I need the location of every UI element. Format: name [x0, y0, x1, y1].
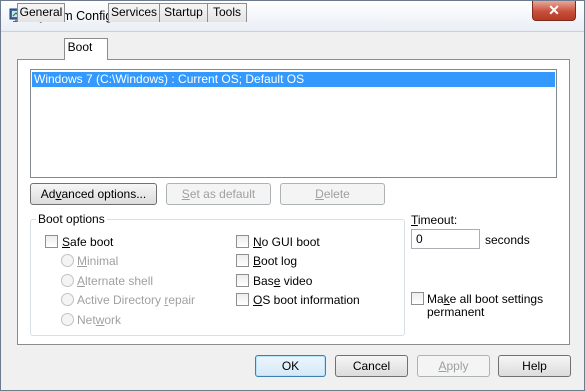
close-button[interactable]: ✕ — [532, 1, 576, 21]
safe-boot-checkbox[interactable] — [45, 235, 58, 248]
make-permanent-label-line1: Make all boot settings — [427, 292, 544, 306]
os-boot-information-label: OS boot information — [253, 293, 360, 307]
safe-boot-label: Safe boot — [62, 235, 114, 249]
active-directory-repair-label: Active Directory repair — [77, 293, 196, 307]
no-gui-boot-checkbox[interactable] — [236, 235, 249, 248]
os-boot-information-checkbox[interactable] — [236, 293, 249, 306]
network-label: Network — [77, 313, 122, 327]
boot-log-checkbox[interactable] — [236, 254, 249, 267]
apply-label: Apply — [438, 359, 469, 373]
boot-options-legend: Boot options — [36, 212, 107, 226]
base-video-checkbox[interactable] — [236, 274, 249, 287]
tab-startup[interactable]: Startup — [159, 3, 208, 22]
title-bar: System Configuration ✕ — [1, 1, 584, 32]
tab-boot-label: Boot — [67, 40, 93, 54]
network-radio[interactable] — [61, 313, 74, 326]
active-directory-repair-radio[interactable] — [61, 293, 74, 306]
set-as-default-button[interactable]: Set as default — [166, 183, 271, 205]
tab-general-label: General — [19, 5, 63, 19]
timeout-label: Timeout: — [411, 213, 458, 227]
base-video-label: Base video — [253, 274, 313, 288]
no-gui-boot-label: No GUI boot — [253, 235, 320, 249]
tab-startup-label: Startup — [164, 5, 203, 19]
alternate-shell-label: Alternate shell — [77, 274, 154, 288]
cancel-button[interactable]: Cancel — [335, 355, 408, 377]
tab-services[interactable]: Services — [108, 3, 160, 22]
tab-services-label: Services — [110, 5, 157, 19]
list-item[interactable]: Windows 7 (C:\Windows) : Current OS; Def… — [32, 72, 555, 87]
tab-tools-label: Tools — [212, 5, 241, 19]
cancel-label: Cancel — [352, 359, 391, 373]
make-permanent-label-line2: permanent — [427, 305, 485, 319]
advanced-options-label: Advanced options... — [40, 187, 147, 201]
boot-entries-list[interactable]: Windows 7 (C:\Windows) : Current OS; Def… — [30, 69, 557, 178]
ok-label: OK — [281, 359, 300, 373]
help-label: Help — [522, 359, 547, 373]
make-permanent-checkbox[interactable] — [411, 292, 424, 305]
delete-button[interactable]: Delete — [280, 183, 385, 205]
system-configuration-window: System Configuration ✕ General Boot Serv… — [0, 0, 585, 391]
close-icon: ✕ — [548, 2, 560, 18]
minimal-label: Minimal — [77, 254, 119, 268]
tab-boot[interactable]: Boot — [64, 38, 108, 60]
delete-label: Delete — [315, 187, 350, 201]
ok-button[interactable]: OK — [255, 355, 326, 377]
boot-log-label: Boot log — [253, 254, 298, 268]
advanced-options-button[interactable]: Advanced options... — [30, 183, 157, 205]
minimal-radio[interactable] — [61, 254, 74, 267]
alternate-shell-radio[interactable] — [61, 274, 74, 287]
set-as-default-label: Set as default — [181, 187, 256, 201]
apply-button[interactable]: Apply — [417, 355, 490, 377]
help-button[interactable]: Help — [498, 355, 571, 377]
tab-general[interactable]: General — [17, 3, 65, 22]
tab-tools[interactable]: Tools — [207, 3, 247, 22]
timeout-input[interactable]: 0 — [411, 229, 480, 249]
seconds-label: seconds — [485, 233, 530, 247]
